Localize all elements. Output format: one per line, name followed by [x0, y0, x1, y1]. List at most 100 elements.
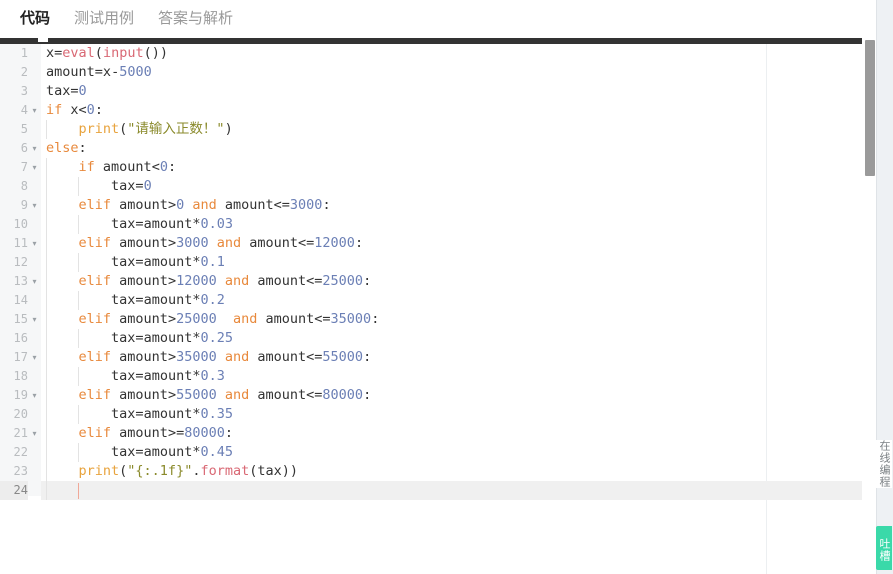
token-kw: and: [192, 197, 217, 213]
token-op: ): [224, 121, 233, 137]
token-id: tax: [111, 216, 136, 232]
fold-arrow-icon[interactable]: ▾: [30, 348, 39, 367]
fold-arrow-icon[interactable]: ▾: [30, 386, 39, 405]
code-text[interactable]: print("请输入正数！"): [41, 120, 876, 139]
indent-guide: [46, 348, 47, 367]
code-text[interactable]: tax=0: [41, 82, 876, 101]
code-text[interactable]: tax=amount*0.45: [41, 443, 876, 462]
code-row[interactable]: 12 tax=amount*0.1: [0, 253, 876, 272]
code-text[interactable]: elif amount>25000 and amount<=35000:: [41, 310, 876, 329]
code-text[interactable]: [41, 481, 876, 500]
code-row[interactable]: 14 tax=amount*0.2: [0, 291, 876, 310]
fold-arrow-icon[interactable]: ▾: [30, 234, 39, 253]
code-row[interactable]: 4 ▾ if x<0:: [0, 101, 876, 120]
line-number: 12: [0, 253, 28, 272]
code-row[interactable]: 10 tax=amount*0.03: [0, 215, 876, 234]
vertical-scrollbar-thumb[interactable]: [865, 40, 875, 176]
indent-guide: [78, 367, 80, 386]
code-row[interactable]: 1 x=eval(input()): [0, 44, 876, 63]
code-row[interactable]: 5 print("请输入正数！"): [0, 120, 876, 139]
line-number: 19: [0, 386, 28, 405]
token-id: amount: [111, 349, 168, 365]
token-op: >=: [167, 425, 185, 441]
code-text[interactable]: elif amount>3000 and amount<=12000:: [41, 234, 876, 253]
code-text[interactable]: tax=amount*0.35: [41, 405, 876, 424]
code-text[interactable]: tax=amount*0.03: [41, 215, 876, 234]
code-row[interactable]: 15 ▾ elif amount>25000 and amount<=35000:: [0, 310, 876, 329]
token-op: =: [135, 292, 144, 308]
code-text[interactable]: tax=amount*0.1: [41, 253, 876, 272]
line-number: 8: [0, 177, 28, 196]
code-text[interactable]: if x<0:: [41, 101, 876, 120]
code-row[interactable]: 18 tax=amount*0.3: [0, 367, 876, 386]
token-op: =: [135, 216, 144, 232]
code-text[interactable]: print("{:.1f}".format(tax)): [41, 462, 876, 481]
code-row[interactable]: 7 ▾ if amount<0:: [0, 158, 876, 177]
fold-arrow-icon[interactable]: ▾: [30, 272, 39, 291]
tab-1[interactable]: 测试用例: [62, 0, 146, 38]
line-number: 15: [0, 310, 28, 329]
token-op: :: [354, 235, 364, 251]
fold-arrow-icon[interactable]: ▾: [30, 196, 39, 215]
code-text[interactable]: elif amount>55000 and amount<=80000:: [41, 386, 876, 405]
code-text[interactable]: tax=amount*0.3: [41, 367, 876, 386]
fold-arrow-icon[interactable]: ▾: [30, 139, 39, 158]
token-op: -: [111, 64, 120, 80]
code-row[interactable]: 6 ▾ else:: [0, 139, 876, 158]
indent-guide: [78, 253, 80, 272]
code-row[interactable]: 23 print("{:.1f}".format(tax)): [0, 462, 876, 481]
token-op: [217, 273, 225, 289]
code-row[interactable]: 13 ▾ elif amount>12000 and amount<=25000:: [0, 272, 876, 291]
code-row[interactable]: 16 tax=amount*0.25: [0, 329, 876, 348]
code-row[interactable]: 2 amount=x-5000: [0, 63, 876, 82]
tab-0[interactable]: 代码: [8, 0, 62, 38]
feedback-button[interactable]: 吐槽: [876, 526, 892, 570]
token-op: :: [363, 349, 372, 365]
token-op: =: [135, 330, 144, 346]
code-row[interactable]: 8 tax=0: [0, 177, 876, 196]
code-editor[interactable]: 1 x=eval(input()) 2 amount=x-5000 3 tax=0 4 ▾ if…: [0, 44, 876, 574]
code-lines[interactable]: 1 x=eval(input()) 2 amount=x-5000 3 tax=0 4 ▾ if…: [0, 44, 876, 500]
code-row[interactable]: 3 tax=0: [0, 82, 876, 101]
token-id: tax: [257, 463, 282, 479]
code-text[interactable]: amount=x-5000: [41, 63, 876, 82]
token-num: 0.03: [200, 216, 233, 232]
code-row[interactable]: 17 ▾ elif amount>35000 and amount<=55000:: [0, 348, 876, 367]
code-text[interactable]: else:: [41, 139, 876, 158]
code-text[interactable]: elif amount>12000 and amount<=25000:: [41, 272, 876, 291]
code-text[interactable]: elif amount>0 and amount<=3000:: [41, 196, 876, 215]
code-text[interactable]: if amount<0:: [41, 158, 876, 177]
code-row[interactable]: 19 ▾ elif amount>55000 and amount<=80000:: [0, 386, 876, 405]
code-text[interactable]: tax=amount*0.2: [41, 291, 876, 310]
token-op: >: [167, 197, 177, 213]
token-id: amount: [257, 311, 315, 327]
token-id: tax: [111, 330, 136, 346]
line-number: 6: [0, 139, 28, 158]
code-text[interactable]: tax=0: [41, 177, 876, 196]
code-row[interactable]: 21 ▾ elif amount>=80000:: [0, 424, 876, 443]
code-row[interactable]: 24: [0, 481, 876, 500]
fold-arrow-icon[interactable]: ▾: [30, 158, 39, 177]
token-kw: and: [224, 387, 250, 403]
code-row[interactable]: 11 ▾ elif amount>3000 and amount<=12000:: [0, 234, 876, 253]
code-text[interactable]: x=eval(input()): [41, 44, 876, 63]
indent-guide: [46, 291, 47, 310]
tab-2[interactable]: 答案与解析: [146, 0, 245, 38]
code-row[interactable]: 9 ▾ elif amount>0 and amount<=3000:: [0, 196, 876, 215]
code-text[interactable]: tax=amount*0.25: [41, 329, 876, 348]
fold-arrow-icon[interactable]: ▾: [30, 101, 39, 120]
code-text[interactable]: elif amount>35000 and amount<=55000:: [41, 348, 876, 367]
token-op: >: [167, 235, 177, 251]
fold-arrow-icon[interactable]: ▾: [30, 310, 39, 329]
code-text[interactable]: elif amount>=80000:: [41, 424, 876, 443]
fold-arrow-icon[interactable]: ▾: [30, 424, 39, 443]
token-fn: input: [102, 45, 144, 61]
code-row[interactable]: 20 tax=amount*0.35: [0, 405, 876, 424]
token-num: 0: [86, 102, 95, 118]
code-row[interactable]: 22 tax=amount*0.45: [0, 443, 876, 462]
indent-guide: [78, 177, 80, 196]
token-id: amount: [111, 387, 168, 403]
token-num: 0.45: [200, 444, 233, 460]
token-kw: elif: [78, 235, 112, 251]
line-number: 3: [0, 82, 28, 101]
